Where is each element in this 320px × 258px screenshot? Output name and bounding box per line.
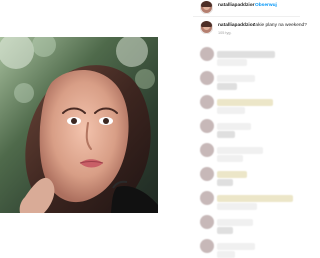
blurred-comment-meta — [217, 227, 233, 234]
blurred-comment-text — [217, 243, 255, 250]
blurred-comment-text — [217, 123, 251, 130]
post-photo[interactable] — [0, 37, 158, 213]
blurred-comment-text — [217, 99, 273, 106]
caption-avatar[interactable] — [200, 21, 213, 34]
blurred-comment-text — [217, 51, 275, 58]
comment-row[interactable] — [193, 138, 300, 162]
instagram-post-view: natalliapaddzior • Obserwuj natalliapadd… — [0, 0, 307, 258]
comment-row[interactable] — [193, 114, 300, 138]
blurred-comment-meta — [217, 59, 247, 66]
portrait-illustration — [0, 37, 158, 213]
blurred-avatar-icon[interactable] — [200, 95, 214, 109]
comment-row[interactable] — [193, 162, 300, 186]
blurred-avatar-icon[interactable] — [200, 143, 214, 157]
blurred-avatar-icon[interactable] — [200, 167, 214, 181]
header-divider — [193, 16, 300, 17]
blurred-comment-meta — [217, 107, 245, 114]
blurred-comment-text — [217, 219, 253, 226]
blurred-avatar-icon[interactable] — [200, 191, 214, 205]
blurred-comment-text — [217, 75, 255, 82]
blurred-comment-meta — [217, 83, 237, 90]
comment-row[interactable] — [193, 90, 300, 114]
blurred-comment-text — [217, 147, 263, 154]
blurred-avatar-icon[interactable] — [200, 71, 214, 85]
blurred-comment-meta — [217, 251, 235, 258]
blurred-avatar-icon[interactable] — [200, 47, 214, 61]
follow-link[interactable]: Obserwuj — [255, 3, 277, 9]
caption-text: Jakie plany na weekend? — [253, 23, 307, 28]
post-header: natalliapaddzior • Obserwuj — [200, 1, 300, 15]
post-caption: natalliapaddzior Jakie plany na weekend?… — [200, 21, 307, 41]
comment-row[interactable] — [193, 42, 300, 66]
blurred-comment-text — [217, 171, 247, 178]
blurred-comment-meta — [217, 155, 243, 162]
blurred-avatar-icon[interactable] — [200, 239, 214, 253]
comment-row[interactable] — [193, 210, 300, 234]
comment-row[interactable] — [193, 66, 300, 90]
blurred-comment-meta — [217, 203, 257, 210]
blurred-avatar-icon[interactable] — [200, 215, 214, 229]
blurred-comment-meta — [217, 131, 235, 138]
caption-username[interactable]: natalliapaddzior — [218, 23, 255, 29]
blurred-comment-text — [217, 195, 293, 202]
follow-separator: • — [250, 2, 252, 8]
author-avatar[interactable] — [200, 1, 213, 14]
comments-list — [193, 42, 300, 258]
blurred-comment-meta — [217, 179, 233, 186]
comment-row[interactable] — [193, 186, 300, 210]
post-sidebar: natalliapaddzior • Obserwuj natalliapadd… — [193, 0, 307, 258]
caption-time: 105 tyg. — [218, 31, 232, 35]
blurred-avatar-icon[interactable] — [200, 119, 214, 133]
comment-row[interactable] — [193, 234, 300, 258]
